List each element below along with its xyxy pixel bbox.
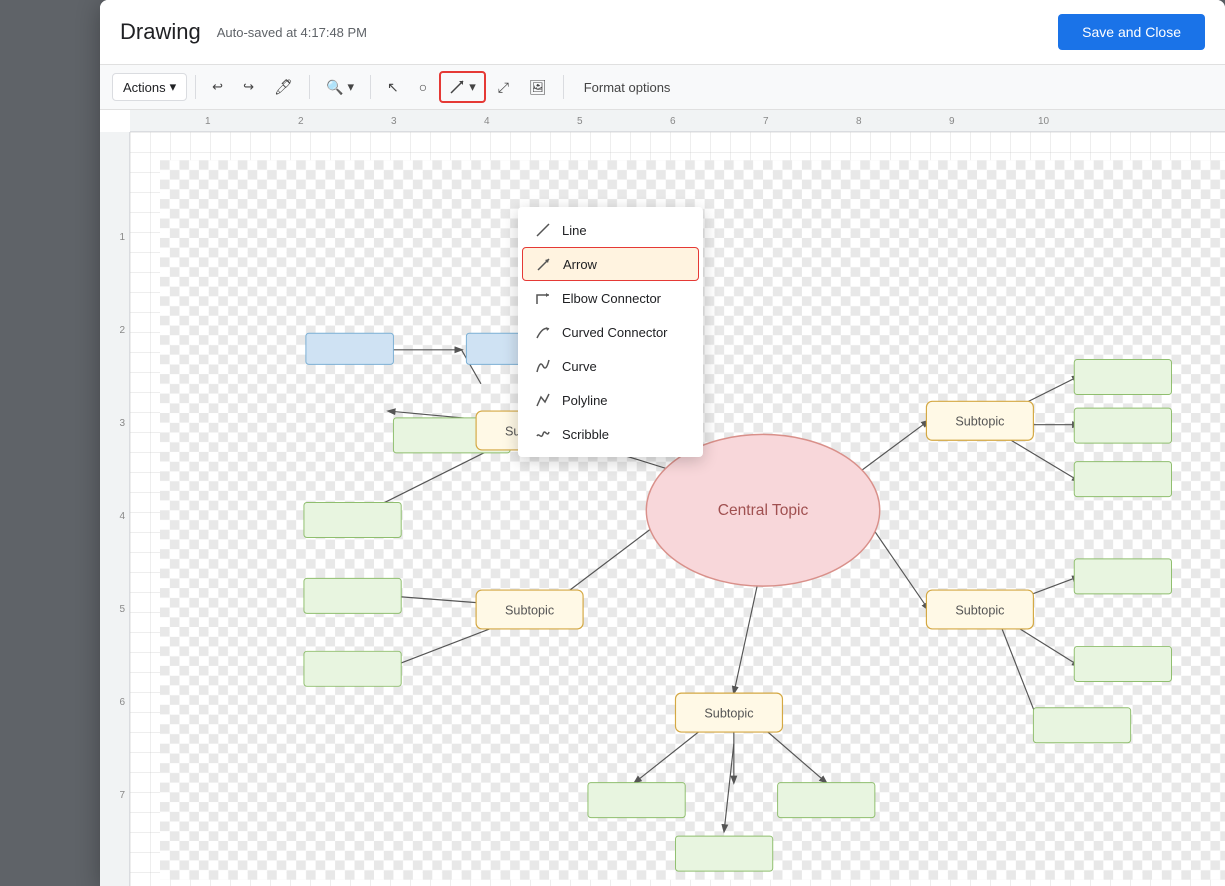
- dropdown-label-curve: Curve: [562, 359, 597, 374]
- select-button[interactable]: ↖: [379, 73, 407, 102]
- format-options-button[interactable]: Format options: [572, 74, 683, 101]
- dialog-title: Drawing: [120, 19, 201, 45]
- toolbar-separator-3: [370, 75, 371, 99]
- actions-button[interactable]: Actions ▾: [112, 73, 187, 101]
- zoom-icon: 🔍: [326, 79, 343, 96]
- ruler-horizontal: 1 2 3 4 5 6 7 8 9 10: [130, 110, 1225, 132]
- save-close-button[interactable]: Save and Close: [1058, 14, 1205, 50]
- canvas-area: 1 2 3 4 5 6 7 8 9 10 1 2 3 4 5 6 7: [100, 110, 1225, 886]
- dropdown-item-curve[interactable]: Curve: [518, 349, 703, 383]
- ruler-vmark-7: 7: [119, 790, 125, 801]
- dropdown-item-line[interactable]: Line: [518, 213, 703, 247]
- redo-icon: ↪: [243, 79, 254, 95]
- toolbar: Actions ▾ ↩ ↪ 🖊 🔍 ▾ ↖ ○: [100, 65, 1225, 110]
- svg-text:Subtopic: Subtopic: [955, 603, 1004, 617]
- line-tool-dropdown-icon: ▾: [469, 79, 476, 95]
- ruler-mark-1: 1: [205, 116, 211, 127]
- line-icon: [534, 221, 552, 239]
- ruler-mark-7: 7: [763, 116, 769, 127]
- paint-format-button[interactable]: 🖊: [266, 72, 301, 102]
- ruler-mark-9: 9: [949, 116, 955, 127]
- ruler-mark-2: 2: [298, 116, 304, 127]
- ruler-mark-5: 5: [577, 116, 583, 127]
- header-left: Drawing Auto-saved at 4:17:48 PM: [120, 19, 367, 45]
- ruler-mark-8: 8: [856, 116, 862, 127]
- select-icon: ↖: [387, 79, 399, 96]
- ruler-mark-3: 3: [391, 116, 397, 127]
- elbow-connector-icon: [534, 289, 552, 307]
- ruler-vmark-2: 2: [119, 325, 125, 336]
- ruler-vmark-5: 5: [119, 604, 125, 615]
- dialog-header: Drawing Auto-saved at 4:17:48 PM Save an…: [100, 0, 1225, 65]
- svg-text:Subtopic: Subtopic: [704, 706, 753, 720]
- dropdown-label-arrow: Arrow: [563, 257, 597, 272]
- dropdown-item-elbow[interactable]: Elbow Connector: [518, 281, 703, 315]
- line-tool-icon: [449, 79, 465, 95]
- dropdown-label-elbow: Elbow Connector: [562, 291, 661, 306]
- dropdown-item-polyline[interactable]: Polyline: [518, 383, 703, 417]
- arrow-icon: [535, 255, 553, 273]
- actions-dropdown-icon: ▾: [170, 79, 177, 95]
- ruler-mark-10: 10: [1038, 116, 1049, 127]
- move-button[interactable]: ⤢: [490, 73, 517, 102]
- image-button[interactable]: 🖼: [521, 73, 555, 102]
- scribble-icon: [534, 425, 552, 443]
- dropdown-label-line: Line: [562, 223, 587, 238]
- ruler-vmark-4: 4: [119, 511, 125, 522]
- ruler-vmark-1: 1: [119, 232, 125, 243]
- move-icon: ⤢: [498, 79, 509, 96]
- zoom-dropdown-icon: ▾: [347, 79, 354, 95]
- ruler-vmark-3: 3: [119, 418, 125, 429]
- ruler-vertical: 1 2 3 4 5 6 7: [100, 132, 130, 886]
- shape-icon: ○: [419, 79, 427, 95]
- line-tool-button[interactable]: ▾: [439, 71, 486, 103]
- background-panel: [0, 0, 110, 886]
- polyline-icon: [534, 391, 552, 409]
- actions-label: Actions: [123, 80, 166, 95]
- toolbar-separator-1: [195, 75, 196, 99]
- ruler-vmark-6: 6: [119, 697, 125, 708]
- shape-button[interactable]: ○: [411, 73, 435, 101]
- paint-format-icon: 🖊: [274, 78, 293, 96]
- redo-button[interactable]: ↪: [235, 73, 262, 101]
- zoom-button[interactable]: 🔍 ▾: [318, 73, 362, 102]
- ruler-mark-6: 6: [670, 116, 676, 127]
- toolbar-separator-2: [309, 75, 310, 99]
- dropdown-label-scribble: Scribble: [562, 427, 609, 442]
- svg-text:Central Topic: Central Topic: [718, 502, 809, 519]
- curved-connector-icon: [534, 323, 552, 341]
- undo-icon: ↩: [212, 79, 223, 95]
- curve-icon: [534, 357, 552, 375]
- dropdown-item-scribble[interactable]: Scribble: [518, 417, 703, 451]
- dropdown-item-curved-connector[interactable]: Curved Connector: [518, 315, 703, 349]
- undo-button[interactable]: ↩: [204, 73, 231, 101]
- line-dropdown-menu: Line Arrow: [518, 207, 703, 457]
- drawing-dialog: Drawing Auto-saved at 4:17:48 PM Save an…: [100, 0, 1225, 886]
- svg-text:Subtopic: Subtopic: [505, 603, 554, 617]
- toolbar-separator-4: [563, 75, 564, 99]
- image-icon: 🖼: [529, 79, 547, 96]
- svg-text:Subtopic: Subtopic: [955, 415, 1004, 429]
- dropdown-label-curved-connector: Curved Connector: [562, 325, 668, 340]
- dropdown-item-arrow[interactable]: Arrow: [522, 247, 699, 281]
- dropdown-label-polyline: Polyline: [562, 393, 608, 408]
- autosaved-text: Auto-saved at 4:17:48 PM: [217, 25, 367, 40]
- ruler-mark-4: 4: [484, 116, 490, 127]
